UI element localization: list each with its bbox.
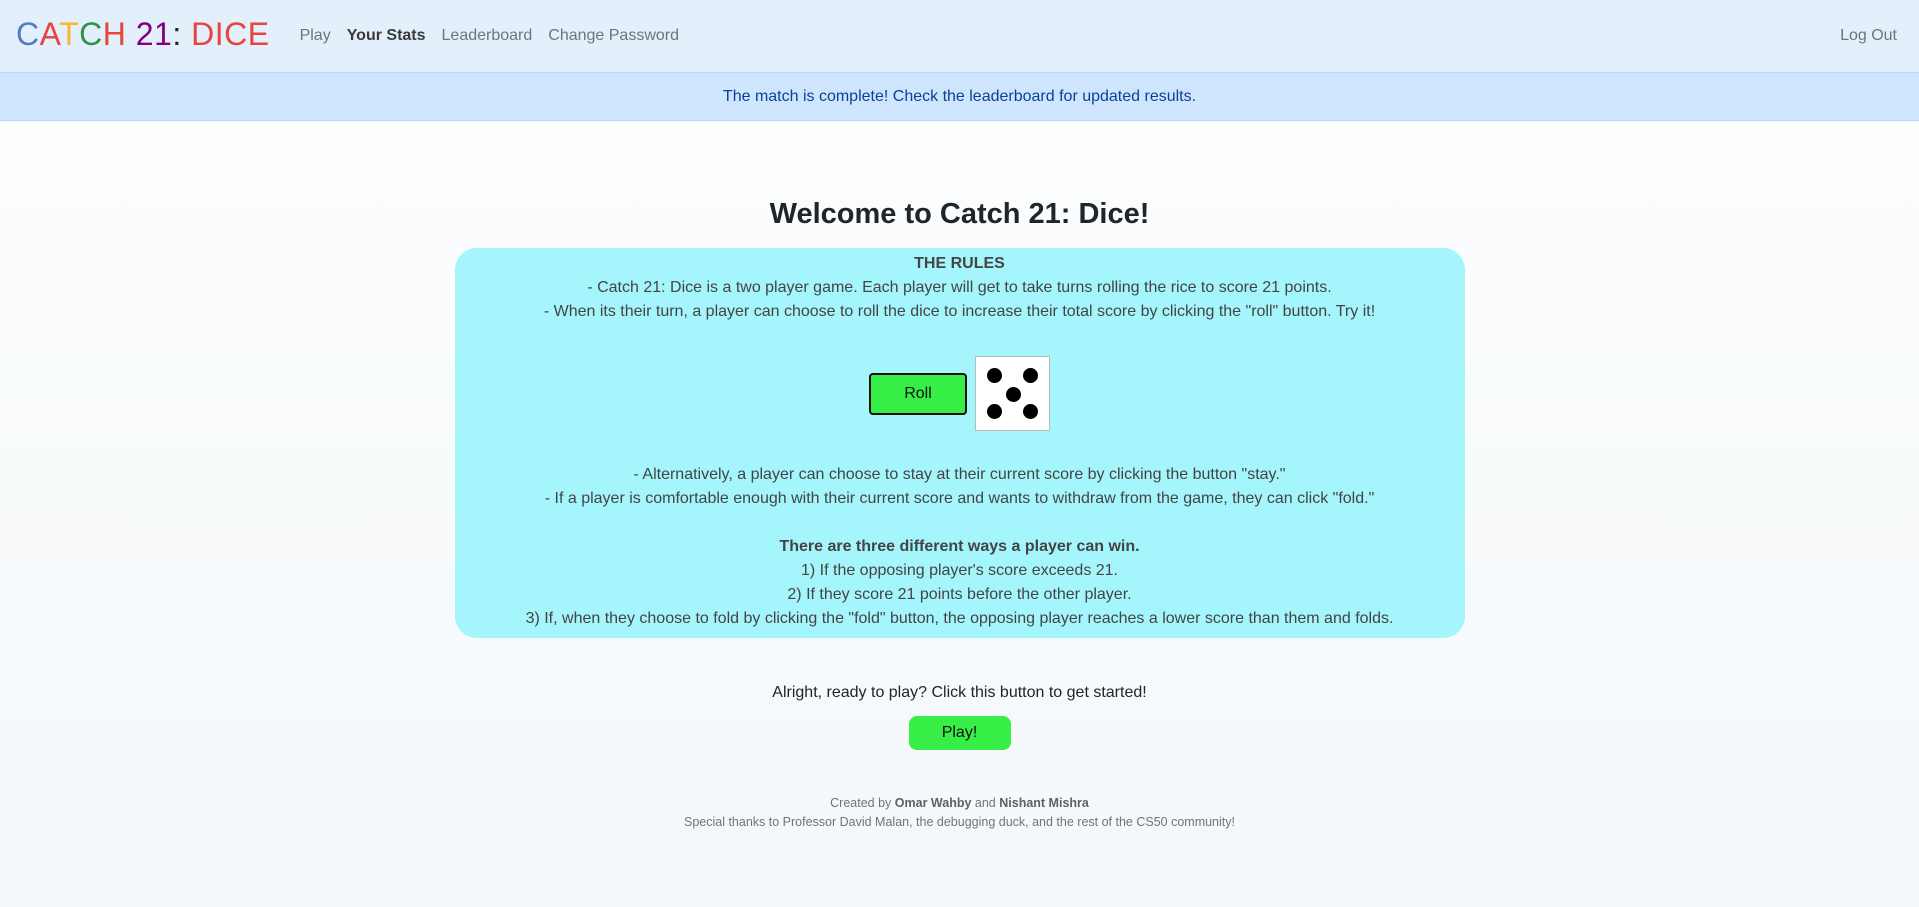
rules-panel: THE RULES - Catch 21: Dice is a two play… [454, 248, 1465, 638]
roll-demo: Roll [465, 356, 1455, 431]
brand-letter: D [191, 16, 215, 52]
rules-line: - Catch 21: Dice is a two player game. E… [587, 279, 1332, 296]
die-pip [1006, 387, 1021, 402]
nav-link-leaderboard[interactable]: Leaderboard [442, 27, 533, 45]
win-condition: 2) If they score 21 points before the ot… [787, 586, 1132, 603]
alert-text: The match is complete! Check the leaderb… [722, 87, 1197, 105]
brand-logo[interactable]: CATCH 21: DICE [16, 18, 270, 50]
nav-link-play[interactable]: Play [300, 27, 331, 45]
nav-link-change-password[interactable]: Change Password [548, 27, 679, 45]
die-face-icon [975, 356, 1050, 431]
page-title: Welcome to Catch 21: Dice! [769, 198, 1150, 230]
brand-letter: : [172, 16, 182, 52]
credits-line: Created by Omar Wahby and Nishant Mishra [0, 794, 1919, 813]
brand-letter: C [16, 16, 40, 52]
brand-letter: T [59, 16, 80, 52]
brand-letter: E [247, 16, 270, 52]
brand-letter: 2 [135, 16, 155, 52]
play-button[interactable]: Play! [908, 716, 1011, 750]
die-pip [987, 404, 1002, 419]
brand-space [126, 16, 135, 52]
ready-prompt: Alright, ready to play? Click this butto… [772, 684, 1147, 701]
roll-button[interactable]: Roll [869, 372, 967, 415]
rules-line: - When its their turn, a player can choo… [543, 303, 1376, 320]
navbar: CATCH 21: DICE Play Your Stats Leaderboa… [0, 0, 1919, 72]
author-name: Nishant Mishra [999, 796, 1089, 810]
rules-spacer [465, 511, 1455, 535]
die-pip [1023, 404, 1038, 419]
rules-line: - Alternatively, a player can choose to … [633, 466, 1286, 483]
author-name: Omar Wahby [894, 796, 972, 810]
thanks-line: Special thanks to Professor David Malan,… [683, 815, 1235, 829]
win-heading: There are three different ways a player … [779, 538, 1140, 555]
brand-letter: I [214, 16, 225, 52]
die-pip [987, 368, 1002, 383]
alert-banner: The match is complete! Check the leaderb… [0, 72, 1919, 121]
footer: Created by Omar Wahby and Nishant Mishra… [0, 794, 1919, 832]
win-condition: 1) If the opposing player's score exceed… [800, 562, 1118, 579]
credits-prefix: Created by [830, 796, 892, 810]
nav-links: Play Your Stats Leaderboard Change Passw… [292, 27, 687, 45]
win-condition: 3) If, when they choose to fold by click… [525, 610, 1394, 627]
nav-link-your-stats[interactable]: Your Stats [347, 27, 426, 45]
brand-letter: H [102, 16, 127, 52]
main-content: Welcome to Catch 21: Dice! THE RULES - C… [0, 200, 1919, 832]
rules-line: - If a player is comfortable enough with… [544, 490, 1375, 507]
die-pip [1023, 368, 1038, 383]
brand-letter: C [79, 16, 103, 52]
credits-and: and [974, 796, 996, 810]
logout-link[interactable]: Log Out [1840, 27, 1897, 45]
brand-space [182, 16, 191, 52]
rules-heading: THE RULES [914, 255, 1005, 272]
brand-letter: 1 [154, 16, 173, 52]
brand-letter: C [224, 16, 248, 52]
brand-letter: A [39, 16, 60, 52]
